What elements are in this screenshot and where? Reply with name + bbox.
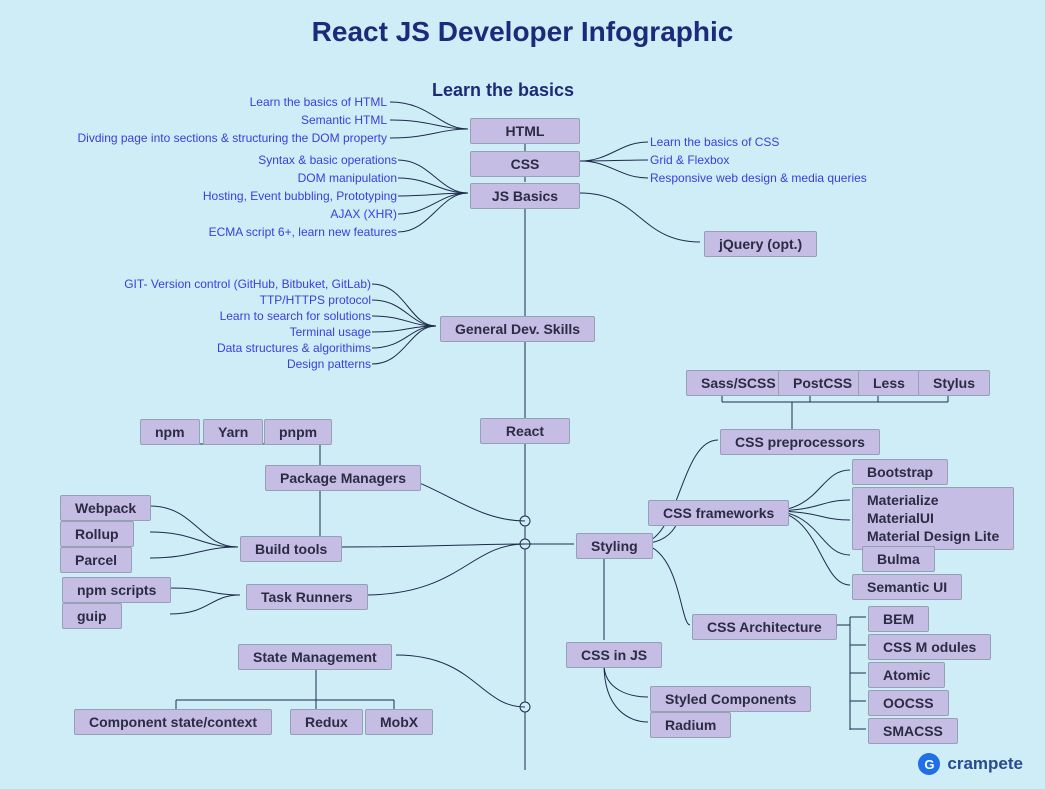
node-yarn: Yarn [203,419,263,445]
node-buildtools: Build tools [240,536,342,562]
node-jsbasics: JS Basics [470,183,580,209]
tip-css-2: Grid & Flexbox [650,153,729,167]
node-cssinjs: CSS in JS [566,642,662,668]
node-stylus: Stylus [918,370,990,396]
node-compstate: Component state/context [74,709,272,735]
tip-gd-6: Design patterns [287,357,371,371]
node-pkgmgr: Package Managers [265,465,421,491]
tip-js-4: AJAX (XHR) [330,207,397,221]
brand-logo: G crampete [918,753,1023,775]
node-radium: Radium [650,712,731,738]
node-smacss: SMACSS [868,718,958,744]
node-react: React [480,418,570,444]
diagram-canvas: React JS Developer Infographic Learn the… [0,0,1045,789]
node-csspre: CSS preprocessors [720,429,880,455]
node-sass: Sass/SCSS [686,370,791,396]
node-bootstrap: Bootstrap [852,459,948,485]
node-parcel: Parcel [60,547,132,573]
node-mobx: MobX [365,709,433,735]
node-mdl: Material Design Lite [867,528,999,544]
node-material-group: Materialize MaterialUI Material Design Lit… [852,487,1014,550]
tip-gd-5: Data structures & algorithims [217,341,371,355]
tip-js-1: Syntax & basic operations [258,153,397,167]
brand-text: crampete [947,754,1023,774]
tip-js-2: DOM manipulation [298,171,397,185]
tip-html-1: Learn the basics of HTML [250,95,387,109]
node-redux: Redux [290,709,363,735]
node-cssarch: CSS Architecture [692,614,837,640]
node-less: Less [858,370,920,396]
brand-icon: G [918,753,940,775]
section-learn-basics: Learn the basics [432,80,574,101]
tip-html-3: Divding page into sections & structuring… [78,131,387,145]
node-pnpm: pnpm [264,419,332,445]
tip-gd-4: Terminal usage [290,325,371,339]
node-guip: guip [62,603,122,629]
node-materialize: Materialize [867,492,939,508]
node-oocss: OOCSS [868,690,949,716]
node-atomic: Atomic [868,662,945,688]
node-jquery: jQuery (opt.) [704,231,817,257]
node-css: CSS [470,151,580,177]
node-webpack: Webpack [60,495,151,521]
tip-gd-3: Learn to search for solutions [220,309,371,323]
tip-js-5: ECMA script 6+, learn new features [209,225,397,239]
node-postcss: PostCSS [778,370,867,396]
tip-css-3: Responsive web design & media queries [650,171,867,185]
node-cssmod: CSS M odules [868,634,991,660]
node-rollup: Rollup [60,521,134,547]
node-taskrunners: Task Runners [246,584,368,610]
node-semui: Semantic UI [852,574,962,600]
node-npm: npm [140,419,200,445]
node-html: HTML [470,118,580,144]
tip-html-2: Semantic HTML [301,113,387,127]
node-bulma: Bulma [862,546,935,572]
node-styledcomp: Styled Components [650,686,811,712]
tip-gd-2: TTP/HTTPS protocol [260,293,371,307]
tip-js-3: Hosting, Event bubbling, Prototyping [203,189,397,203]
node-statemgmt: State Management [238,644,392,670]
page-title: React JS Developer Infographic [0,16,1045,48]
node-gendev: General Dev. Skills [440,316,595,342]
node-bem: BEM [868,606,929,632]
node-npmscripts: npm scripts [62,577,171,603]
node-materialui: MaterialUI [867,510,934,526]
node-cssfw: CSS frameworks [648,500,789,526]
node-styling: Styling [576,533,653,559]
tip-gd-1: GIT- Version control (GitHub, Bitbuket, … [124,277,371,291]
tip-css-1: Learn the basics of CSS [650,135,779,149]
